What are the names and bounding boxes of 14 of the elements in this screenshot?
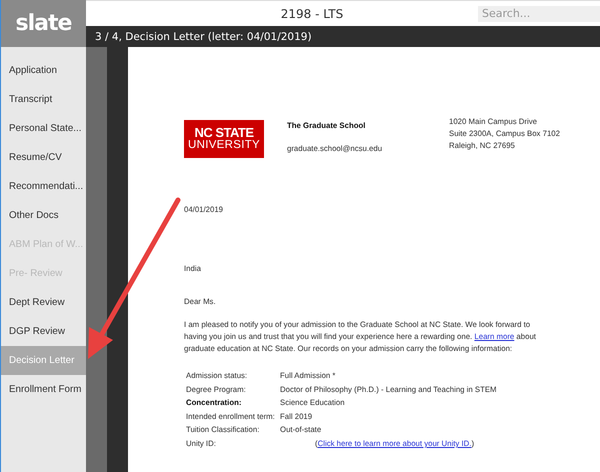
- record-title: 2198 - LTS: [280, 6, 344, 20]
- sidebar-item[interactable]: Resume/CV: [1, 143, 86, 172]
- document-title: 3 / 4, Decision Letter (letter: 04/01/2019): [95, 30, 312, 42]
- sidebar-item[interactable]: Recommendati...: [1, 172, 86, 201]
- search-field[interactable]: Search...: [478, 6, 600, 22]
- sidebar-item[interactable]: Transcript: [1, 85, 86, 114]
- sidebar-item[interactable]: DGP Review: [1, 317, 86, 346]
- sidebar-item[interactable]: Application: [1, 56, 86, 85]
- sidebar-item[interactable]: Personal State...: [1, 114, 86, 143]
- slate-logo: slate: [1, 0, 86, 47]
- university-logo: NC STATE UNIVERSITY: [184, 120, 264, 158]
- sidebar-item[interactable]: Other Docs: [1, 201, 86, 230]
- sidebar-item[interactable]: Dept Review: [1, 288, 86, 317]
- sidebar-item[interactable]: Enrollment Form: [1, 375, 86, 404]
